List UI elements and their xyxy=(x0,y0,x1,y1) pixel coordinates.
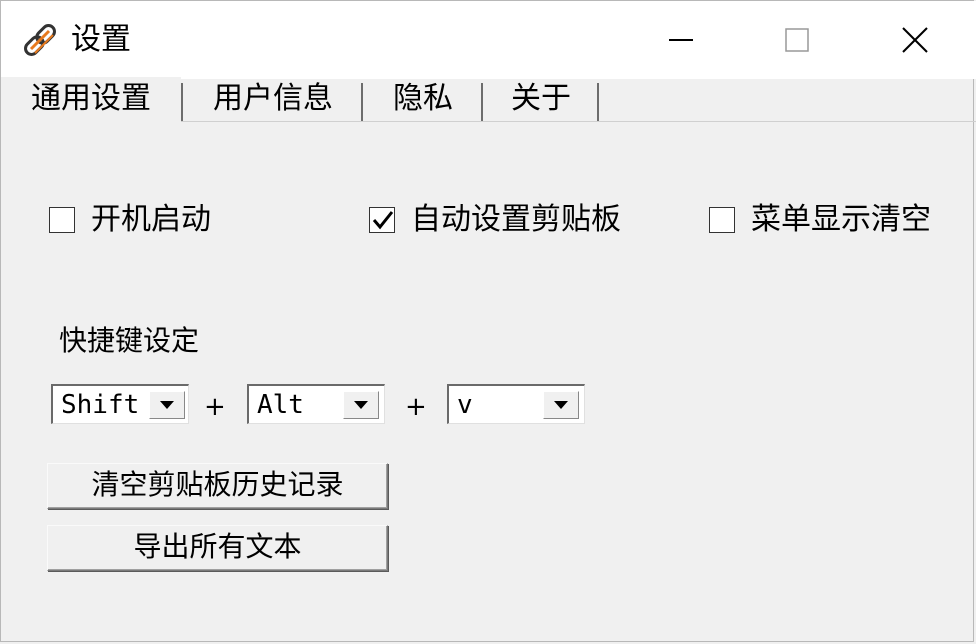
menu-clear-checkbox[interactable]: 菜单显示清空 xyxy=(709,201,931,239)
tab-privacy[interactable]: 隐私 xyxy=(365,77,481,121)
minimize-icon xyxy=(669,39,693,41)
minimize-button[interactable] xyxy=(651,13,711,67)
close-icon xyxy=(902,27,928,53)
title-bar: 设置 xyxy=(1,1,976,79)
clear-clipboard-history-button[interactable]: 清空剪贴板历史记录 xyxy=(47,463,388,509)
tab-general[interactable]: 通用设置 xyxy=(1,77,181,121)
select-value: v xyxy=(457,390,473,420)
select-value: Shift xyxy=(61,390,140,420)
plus-separator: + xyxy=(204,392,226,422)
dropdown-arrow-icon[interactable] xyxy=(343,391,379,419)
tab-divider xyxy=(361,83,363,121)
hotkey-modifier-2-select[interactable]: Alt xyxy=(247,384,385,424)
dropdown-arrow-icon[interactable] xyxy=(149,391,185,419)
tab-divider xyxy=(181,83,183,121)
export-all-text-button[interactable]: 导出所有文本 xyxy=(47,525,388,571)
settings-window: 设置 通用设置 用户信息 隐私 关于 开机启动 自动设置剪贴板 菜单显示清空 快… xyxy=(0,0,976,642)
tab-user-info[interactable]: 用户信息 xyxy=(185,77,361,121)
tab-divider-line xyxy=(181,121,976,122)
hotkey-key-select[interactable]: v xyxy=(447,384,585,424)
tab-divider xyxy=(597,83,599,121)
startup-checkbox[interactable]: 开机启动 xyxy=(49,201,211,239)
dropdown-arrow-icon[interactable] xyxy=(543,391,579,419)
maximize-button[interactable] xyxy=(767,13,827,67)
hotkey-label: 快捷键设定 xyxy=(59,324,200,357)
checkbox-box[interactable] xyxy=(709,207,735,233)
checkbox-label: 菜单显示清空 xyxy=(751,202,931,237)
checkbox-label: 自动设置剪贴板 xyxy=(411,202,621,237)
checkbox-label: 开机启动 xyxy=(91,202,211,237)
chain-link-icon xyxy=(19,19,61,61)
checkmark-icon xyxy=(372,211,394,230)
tab-divider xyxy=(481,83,483,121)
tab-about[interactable]: 关于 xyxy=(485,77,597,121)
checkbox-box[interactable] xyxy=(49,207,75,233)
hotkey-modifier-1-select[interactable]: Shift xyxy=(51,384,189,424)
checkbox-box[interactable] xyxy=(369,207,395,233)
close-button[interactable] xyxy=(885,13,945,67)
auto-clipboard-checkbox[interactable]: 自动设置剪贴板 xyxy=(369,201,621,239)
maximize-icon xyxy=(785,28,809,52)
select-value: Alt xyxy=(257,390,304,420)
window-title: 设置 xyxy=(71,22,131,57)
plus-separator: + xyxy=(405,392,427,422)
